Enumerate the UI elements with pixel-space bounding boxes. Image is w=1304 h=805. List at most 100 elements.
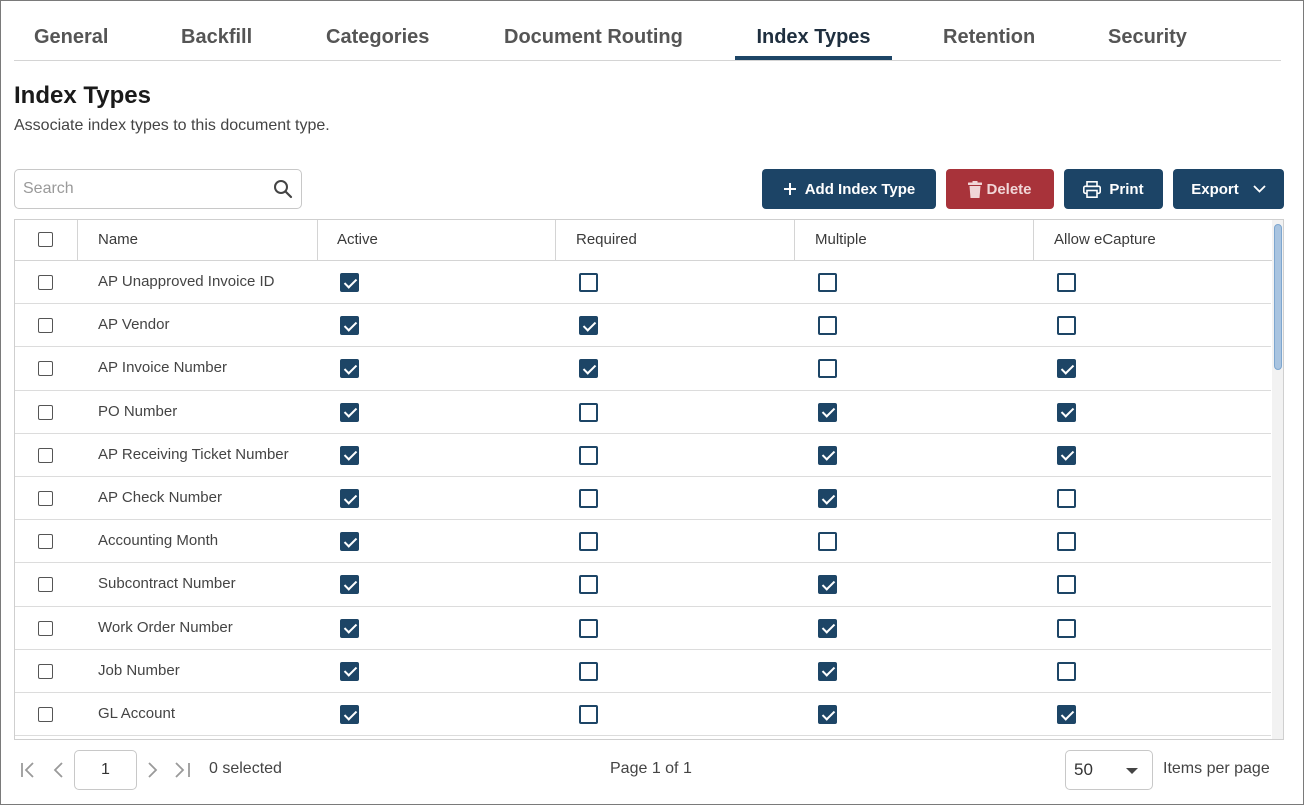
print-button[interactable]: Print	[1064, 169, 1163, 209]
tab-document-routing[interactable]: Document Routing	[504, 18, 683, 60]
page-number-input[interactable]: 1	[74, 750, 137, 790]
ecapture-checkbox[interactable]	[1057, 532, 1076, 552]
active-checkbox[interactable]	[340, 575, 359, 595]
index-type-name: Subcontract Number	[98, 575, 236, 593]
column-header-required[interactable]: Required	[576, 220, 637, 261]
index-types-grid: Name Active Required Multiple Allow eCap…	[14, 219, 1284, 740]
required-checkbox[interactable]	[579, 359, 598, 379]
table-row[interactable]: AP Receiving Ticket Number	[15, 434, 1271, 477]
ecapture-checkbox[interactable]	[1057, 402, 1076, 422]
active-checkbox[interactable]	[340, 618, 359, 638]
add-index-type-button[interactable]: Add Index Type	[762, 169, 936, 209]
table-row[interactable]: AP Vendor	[15, 304, 1271, 348]
table-row[interactable]: Accounting Month	[15, 520, 1271, 564]
required-checkbox[interactable]	[579, 316, 598, 336]
vertical-scrollbar[interactable]	[1272, 220, 1283, 739]
table-row[interactable]: AP Unapproved Invoice ID	[15, 261, 1271, 305]
multiple-checkbox[interactable]	[818, 705, 837, 724]
active-checkbox[interactable]	[340, 661, 359, 681]
active-checkbox[interactable]	[340, 402, 359, 422]
active-checkbox[interactable]	[340, 273, 359, 292]
row-select-checkbox[interactable]	[38, 534, 53, 550]
items-per-page-select[interactable]: 50	[1065, 750, 1153, 790]
tab-retention[interactable]: Retention	[943, 18, 1035, 60]
active-checkbox[interactable]	[340, 316, 359, 336]
ecapture-checkbox[interactable]	[1057, 316, 1076, 336]
required-checkbox[interactable]	[579, 705, 598, 724]
multiple-checkbox[interactable]	[818, 532, 837, 552]
active-checkbox[interactable]	[340, 705, 359, 724]
row-select-checkbox[interactable]	[38, 577, 53, 593]
table-row[interactable]: GL Account	[15, 693, 1271, 737]
tab-categories[interactable]: Categories	[326, 18, 429, 60]
delete-button[interactable]: Delete	[946, 169, 1054, 209]
ecapture-checkbox[interactable]	[1057, 661, 1076, 681]
tab-general[interactable]: General	[34, 18, 108, 60]
table-row[interactable]: AP Check Number	[15, 477, 1271, 521]
previous-page-icon[interactable]	[49, 760, 69, 780]
multiple-checkbox[interactable]	[818, 575, 837, 595]
multiple-checkbox[interactable]	[818, 359, 837, 379]
row-select-checkbox[interactable]	[38, 361, 53, 377]
multiple-checkbox[interactable]	[818, 273, 837, 292]
selected-count: 0 selected	[209, 760, 282, 777]
active-checkbox[interactable]	[340, 445, 359, 465]
required-checkbox[interactable]	[579, 661, 598, 681]
ecapture-checkbox[interactable]	[1057, 618, 1076, 638]
column-header-allow-ecapture[interactable]: Allow eCapture	[1054, 220, 1156, 261]
required-checkbox[interactable]	[579, 618, 598, 638]
required-checkbox[interactable]	[579, 489, 598, 508]
row-select-checkbox[interactable]	[38, 663, 53, 679]
last-page-icon[interactable]	[172, 760, 192, 780]
index-type-name: AP Receiving Ticket Number	[98, 445, 289, 463]
tab-backfill[interactable]: Backfill	[181, 18, 252, 60]
active-checkbox[interactable]	[340, 359, 359, 379]
search-icon[interactable]	[273, 179, 293, 199]
index-type-name: Work Order Number	[98, 618, 233, 636]
first-page-icon[interactable]	[19, 760, 39, 780]
tab-security[interactable]: Security	[1108, 18, 1187, 60]
scrollbar-thumb[interactable]	[1274, 224, 1282, 370]
column-header-name[interactable]: Name	[98, 220, 138, 261]
multiple-checkbox[interactable]	[818, 316, 837, 336]
ecapture-checkbox[interactable]	[1057, 489, 1076, 508]
multiple-checkbox[interactable]	[818, 445, 837, 465]
multiple-checkbox[interactable]	[818, 489, 837, 508]
row-select-checkbox[interactable]	[38, 620, 53, 636]
active-checkbox[interactable]	[340, 489, 359, 508]
required-checkbox[interactable]	[579, 575, 598, 595]
ecapture-checkbox[interactable]	[1057, 273, 1076, 292]
printer-icon	[1083, 180, 1102, 198]
multiple-checkbox[interactable]	[818, 402, 837, 422]
ecapture-checkbox[interactable]	[1057, 705, 1076, 724]
table-row[interactable]: Job Number	[15, 650, 1271, 693]
row-select-checkbox[interactable]	[38, 318, 53, 334]
multiple-checkbox[interactable]	[818, 618, 837, 638]
ecapture-checkbox[interactable]	[1057, 359, 1076, 379]
table-row[interactable]: Work Order Number	[15, 607, 1271, 650]
row-select-checkbox[interactable]	[38, 404, 53, 420]
required-checkbox[interactable]	[579, 445, 598, 465]
active-checkbox[interactable]	[340, 532, 359, 552]
table-row[interactable]: AP Invoice Number	[15, 347, 1271, 391]
row-select-checkbox[interactable]	[38, 275, 53, 290]
row-select-checkbox[interactable]	[38, 491, 53, 506]
multiple-checkbox[interactable]	[818, 661, 837, 681]
column-header-multiple[interactable]: Multiple	[815, 220, 867, 261]
column-header-active[interactable]: Active	[337, 220, 378, 261]
required-checkbox[interactable]	[579, 273, 598, 292]
required-checkbox[interactable]	[579, 402, 598, 422]
table-row[interactable]: Subcontract Number	[15, 563, 1271, 607]
select-all-checkbox[interactable]	[38, 232, 53, 247]
required-checkbox[interactable]	[579, 532, 598, 552]
tab-index-types[interactable]: Index Types	[735, 18, 892, 60]
ecapture-checkbox[interactable]	[1057, 575, 1076, 595]
row-select-checkbox[interactable]	[38, 707, 53, 722]
ecapture-checkbox[interactable]	[1057, 445, 1076, 465]
search-input[interactable]	[15, 170, 265, 208]
index-type-name: PO Number	[98, 402, 178, 420]
row-select-checkbox[interactable]	[38, 447, 53, 463]
next-page-icon[interactable]	[142, 760, 162, 780]
table-row[interactable]: PO Number	[15, 391, 1271, 434]
export-button[interactable]: Export	[1173, 169, 1284, 209]
